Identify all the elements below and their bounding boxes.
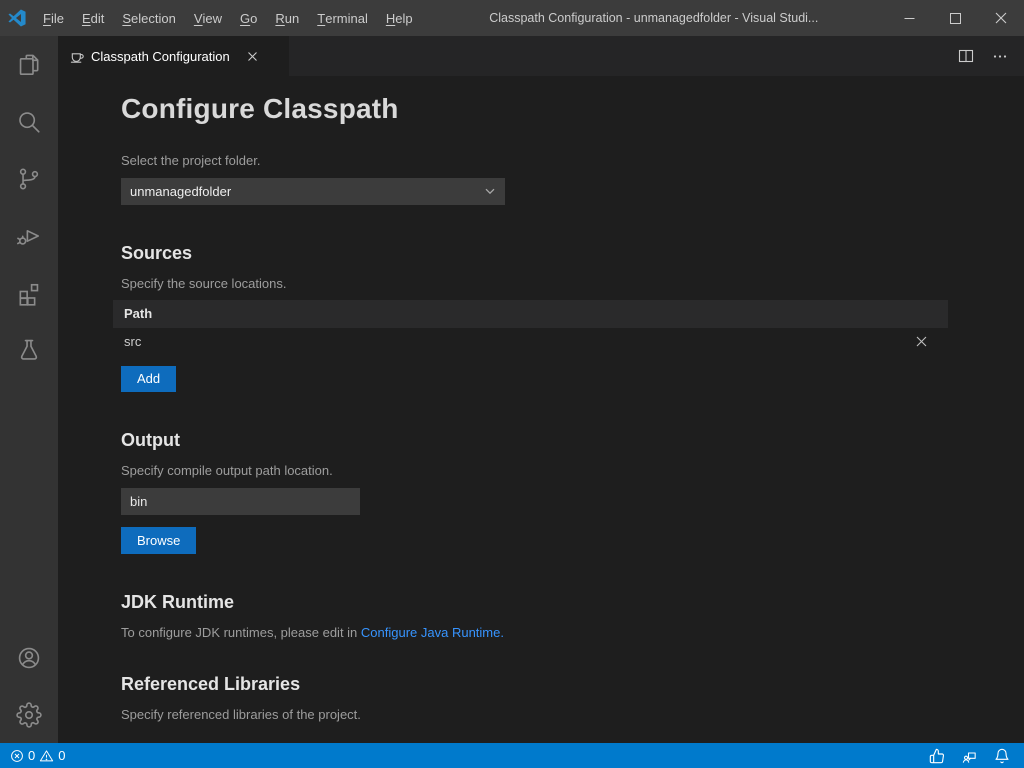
vscode-logo — [0, 0, 34, 36]
jdk-runtime-heading: JDK Runtime — [121, 592, 948, 613]
tab-label: Classpath Configuration — [91, 49, 230, 64]
output-description: Specify compile output path location. — [121, 463, 948, 478]
menu-view[interactable]: View — [185, 0, 231, 36]
feedback-icon[interactable] — [961, 748, 978, 764]
output-path-input[interactable] — [121, 488, 360, 515]
testing-icon[interactable] — [0, 321, 58, 378]
run-debug-icon[interactable] — [0, 207, 58, 264]
source-path-value: src — [124, 334, 141, 349]
menu-bar: File Edit Selection View Go Run Terminal… — [34, 0, 422, 36]
column-path: Path — [124, 306, 152, 321]
settings-gear-icon[interactable] — [0, 686, 58, 743]
minimize-icon[interactable] — [886, 0, 932, 36]
tab-classpath-configuration[interactable]: Classpath Configuration — [58, 36, 290, 76]
project-folder-value: unmanagedfolder — [130, 184, 231, 199]
maximize-icon[interactable] — [932, 0, 978, 36]
problems-indicator[interactable]: 0 0 — [10, 748, 65, 763]
warning-count: 0 — [58, 748, 65, 763]
referenced-libraries-heading: Referenced Libraries — [121, 674, 948, 695]
error-count: 0 — [28, 748, 35, 763]
source-row[interactable]: src — [113, 328, 948, 356]
activity-bar — [0, 36, 58, 743]
split-editor-icon[interactable] — [954, 44, 978, 68]
tab-close-icon[interactable] — [245, 48, 261, 64]
bell-icon[interactable] — [994, 748, 1010, 764]
sources-table: Path src — [113, 300, 948, 356]
extensions-icon[interactable] — [0, 264, 58, 321]
search-icon[interactable] — [0, 93, 58, 150]
menu-terminal[interactable]: Terminal — [308, 0, 377, 36]
title-bar: File Edit Selection View Go Run Terminal… — [0, 0, 1024, 36]
project-folder-select[interactable]: unmanagedfolder — [121, 178, 505, 205]
account-icon[interactable] — [0, 629, 58, 686]
jdk-runtime-text-before-link: To configure JDK runtimes, please edit i… — [121, 625, 361, 640]
menu-selection[interactable]: Selection — [113, 0, 184, 36]
source-control-icon[interactable] — [0, 150, 58, 207]
page-title: Configure Classpath — [121, 92, 948, 126]
remove-source-icon[interactable] — [913, 334, 929, 350]
thumbsup-icon[interactable] — [929, 748, 945, 764]
add-source-button[interactable]: Add — [121, 366, 176, 392]
close-icon[interactable] — [978, 0, 1024, 36]
sources-description: Specify the source locations. — [121, 276, 948, 291]
menu-file[interactable]: File — [34, 0, 73, 36]
jdk-runtime-text: To configure JDK runtimes, please edit i… — [121, 625, 948, 640]
menu-help[interactable]: Help — [377, 0, 422, 36]
warning-icon — [39, 749, 54, 763]
menu-run[interactable]: Run — [266, 0, 308, 36]
chevron-down-icon — [484, 185, 496, 197]
sources-heading: Sources — [121, 243, 948, 264]
explorer-icon[interactable] — [0, 36, 58, 93]
sources-table-header: Path — [113, 300, 948, 328]
menu-edit[interactable]: Edit — [73, 0, 113, 36]
more-actions-icon[interactable] — [988, 44, 1012, 68]
status-bar: 0 0 — [0, 743, 1024, 768]
browse-output-button[interactable]: Browse — [121, 527, 196, 554]
referenced-libraries-description: Specify referenced libraries of the proj… — [121, 707, 948, 722]
window-title: Classpath Configuration - unmanagedfolde… — [422, 11, 886, 25]
project-folder-label: Select the project folder. — [121, 153, 948, 168]
window-controls — [886, 0, 1024, 36]
output-heading: Output — [121, 430, 948, 451]
configure-java-runtime-link[interactable]: Configure Java Runtime. — [361, 625, 504, 640]
menu-go[interactable]: Go — [231, 0, 266, 36]
error-icon — [10, 749, 24, 763]
java-cup-icon — [68, 48, 84, 64]
editor-actions — [954, 36, 1024, 76]
tab-bar: Classpath Configuration — [58, 36, 1024, 76]
classpath-configuration-page: Configure Classpath Select the project f… — [58, 76, 1024, 743]
